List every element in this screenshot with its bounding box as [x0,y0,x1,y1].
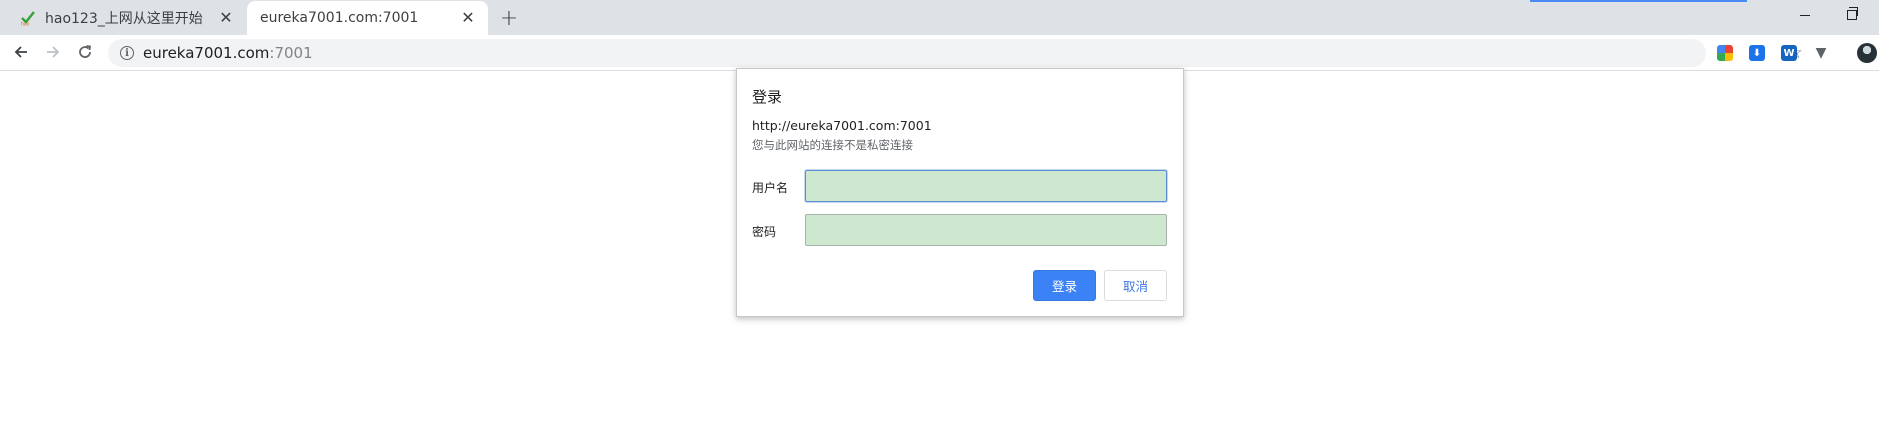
w-extension-icon[interactable]: W [1781,45,1797,61]
url-host: eureka7001.com [143,44,270,62]
profile-avatar[interactable] [1857,43,1877,63]
new-tab-button[interactable]: + [497,6,521,31]
address-bar[interactable]: i eureka7001.com:7001 ☆ [108,39,1803,67]
reload-button[interactable] [71,38,99,66]
username-field[interactable] [805,170,1167,202]
restore-button[interactable] [1829,2,1875,28]
tab-hao123[interactable]: hao hao123_上网从这里开始 ✕ [2,1,246,35]
back-button[interactable] [7,38,35,66]
url-text[interactable]: eureka7001.com:7001 [143,44,313,62]
tab-strip: hao hao123_上网从这里开始 ✕ eureka7001.com:7001… [0,0,1879,35]
save-extension-icon[interactable]: ⬇ [1749,45,1765,61]
dialog-origin: http://eureka7001.com:7001 [752,118,932,133]
forward-button[interactable] [39,38,67,66]
colorful-extension-icon[interactable] [1717,45,1733,61]
browser-toolbar: i eureka7001.com:7001 ☆ ⬇ W ▼ [0,35,1879,71]
site-info-icon[interactable]: i [120,46,134,60]
tab-title: hao123_上网从这里开始 [45,11,203,27]
minimize-button[interactable] [1782,2,1828,28]
forward-arrow-icon [47,46,60,58]
drag-indicator [1530,0,1747,2]
login-dialog: 登录 http://eureka7001.com:7001 您与此网站的连接不是… [736,68,1184,317]
close-tab-icon[interactable]: ✕ [218,10,234,26]
svg-text:hao: hao [21,22,30,27]
tab-title: eureka7001.com:7001 [260,10,419,26]
close-tab-icon[interactable]: ✕ [460,10,476,26]
username-label: 用户名 [752,181,789,195]
restore-icon [1847,7,1858,20]
reload-icon [79,45,92,58]
hao123-favicon-icon: hao [20,10,36,28]
v-extension-icon[interactable]: ▼ [1813,45,1829,61]
dialog-title: 登录 [752,88,783,106]
tab-eureka[interactable]: eureka7001.com:7001 ✕ [247,1,488,35]
dialog-warning: 您与此网站的连接不是私密连接 [752,138,913,152]
back-arrow-icon [14,46,27,58]
password-label: 密码 [752,225,777,239]
login-button[interactable]: 登录 [1033,270,1096,301]
password-field[interactable] [805,214,1167,246]
url-port: :7001 [269,44,313,62]
minimize-icon [1800,14,1810,16]
cancel-button[interactable]: 取消 [1104,270,1167,301]
